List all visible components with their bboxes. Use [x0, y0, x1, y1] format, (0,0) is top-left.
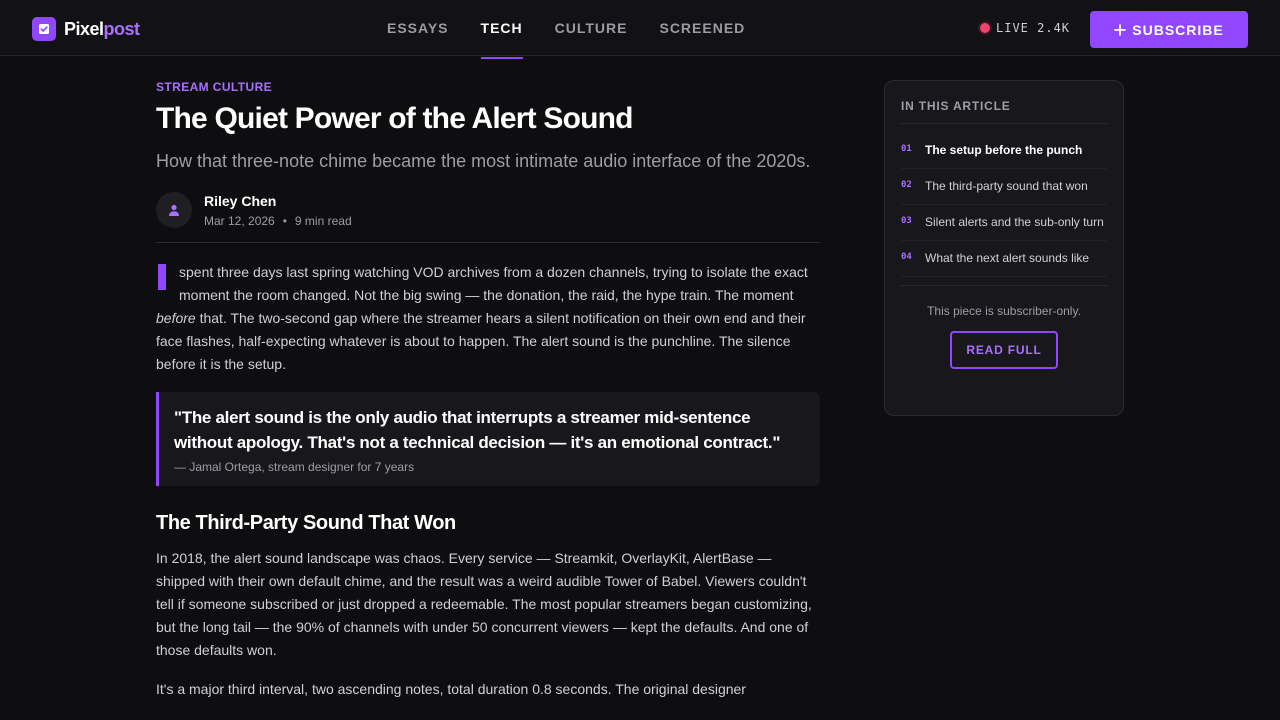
- check-square-icon: [32, 17, 56, 41]
- dateline: Mar 12, 2026 • 9 min read: [204, 214, 352, 228]
- nav-tab-culture[interactable]: CULTURE: [539, 0, 644, 56]
- toc-item[interactable]: 02 The third-party sound that won: [901, 169, 1107, 205]
- intro-paragraph: spent three days last spring watching VO…: [156, 261, 820, 376]
- section-heading: The Third-Party Sound That Won: [156, 511, 456, 534]
- toc-item-number: 04: [901, 252, 912, 262]
- toc-item-label: The third-party sound that won: [925, 179, 1088, 193]
- toc-list: 01 The setup before the punch 02 The thi…: [901, 133, 1107, 277]
- toc-item[interactable]: 04 What the next alert sounds like: [901, 241, 1107, 277]
- toc-item-label: Silent alerts and the sub-only turn: [925, 215, 1104, 229]
- pull-quote-text: "The alert sound is the only audio that …: [174, 407, 781, 452]
- toc-heading: IN THIS ARTICLE: [901, 99, 1107, 124]
- intro-emphasis: before: [156, 309, 196, 326]
- byline: Riley Chen Mar 12, 2026 • 9 min read: [156, 191, 820, 228]
- toc-item[interactable]: 03 Silent alerts and the sub-only turn: [901, 205, 1107, 241]
- brand-logo-link[interactable]: Pixelpost: [32, 17, 140, 41]
- toc-item[interactable]: 01 The setup before the punch: [901, 133, 1107, 169]
- subscribe-label: SUBSCRIBE: [1132, 21, 1224, 38]
- toc-item-number: 03: [901, 216, 912, 226]
- toc-item-number: 02: [901, 180, 912, 190]
- nav-tab-essays[interactable]: ESSAYS: [371, 0, 465, 56]
- subscriber-note: This piece is subscriber-only.: [927, 304, 1081, 318]
- main-nav: ESSAYS TECH CULTURE SCREENED: [371, 0, 761, 59]
- read-time: 9 min read: [294, 213, 352, 228]
- intro-text-a: spent three days last spring watching VO…: [179, 263, 808, 303]
- body-paragraph: In 2018, the alert sound landscape was c…: [156, 549, 812, 658]
- toc-item-number: 01: [901, 144, 912, 154]
- intro-text-b: that. The two-second gap where the strea…: [156, 309, 806, 372]
- brand-name-part2: post: [103, 18, 141, 39]
- user-icon[interactable]: [156, 191, 192, 228]
- dateline-separator: •: [282, 213, 287, 228]
- live-dot-icon: [980, 23, 990, 33]
- brand-name: Pixelpost: [64, 19, 140, 40]
- subscribe-button[interactable]: SUBSCRIBE: [1090, 11, 1248, 48]
- byline-meta: Riley Chen Mar 12, 2026 • 9 min read: [204, 192, 352, 228]
- article: STREAM CULTURE The Quiet Power of the Al…: [156, 80, 820, 701]
- body-paragraph-truncated: It's a major third interval, two ascendi…: [156, 680, 746, 697]
- article-dek: How that three-note chime became the mos…: [156, 150, 811, 171]
- article-title: The Quiet Power of the Alert Sound: [156, 102, 634, 135]
- byline-divider: [156, 241, 820, 243]
- read-full-button[interactable]: READ FULL: [950, 331, 1058, 369]
- article-kicker[interactable]: STREAM CULTURE: [156, 80, 820, 94]
- pull-quote-citation: — Jamal Ortega, stream designer for 7 ye…: [174, 459, 415, 474]
- table-of-contents: IN THIS ARTICLE 01 The setup before the …: [884, 80, 1124, 416]
- toc-item-label: The setup before the punch: [925, 143, 1083, 157]
- brand-name-part1: Pixel: [64, 18, 104, 39]
- live-count: LIVE 2.4K: [996, 21, 1071, 35]
- top-bar: Pixelpost ESSAYS TECH CULTURE SCREENED L…: [0, 0, 1280, 59]
- pull-quote: "The alert sound is the only audio that …: [156, 391, 820, 486]
- plus-icon: [1114, 23, 1127, 36]
- nav-tab-tech[interactable]: TECH: [465, 0, 539, 59]
- author-name[interactable]: Riley Chen: [204, 193, 352, 209]
- drop-cap-letter: [158, 263, 166, 290]
- toc-item-label: What the next alert sounds like: [925, 251, 1090, 265]
- toc-divider: [901, 285, 1107, 286]
- nav-tab-screened[interactable]: SCREENED: [643, 0, 761, 56]
- live-indicator[interactable]: LIVE 2.4K: [980, 21, 1070, 35]
- publish-date: Mar 12, 2026: [204, 213, 275, 228]
